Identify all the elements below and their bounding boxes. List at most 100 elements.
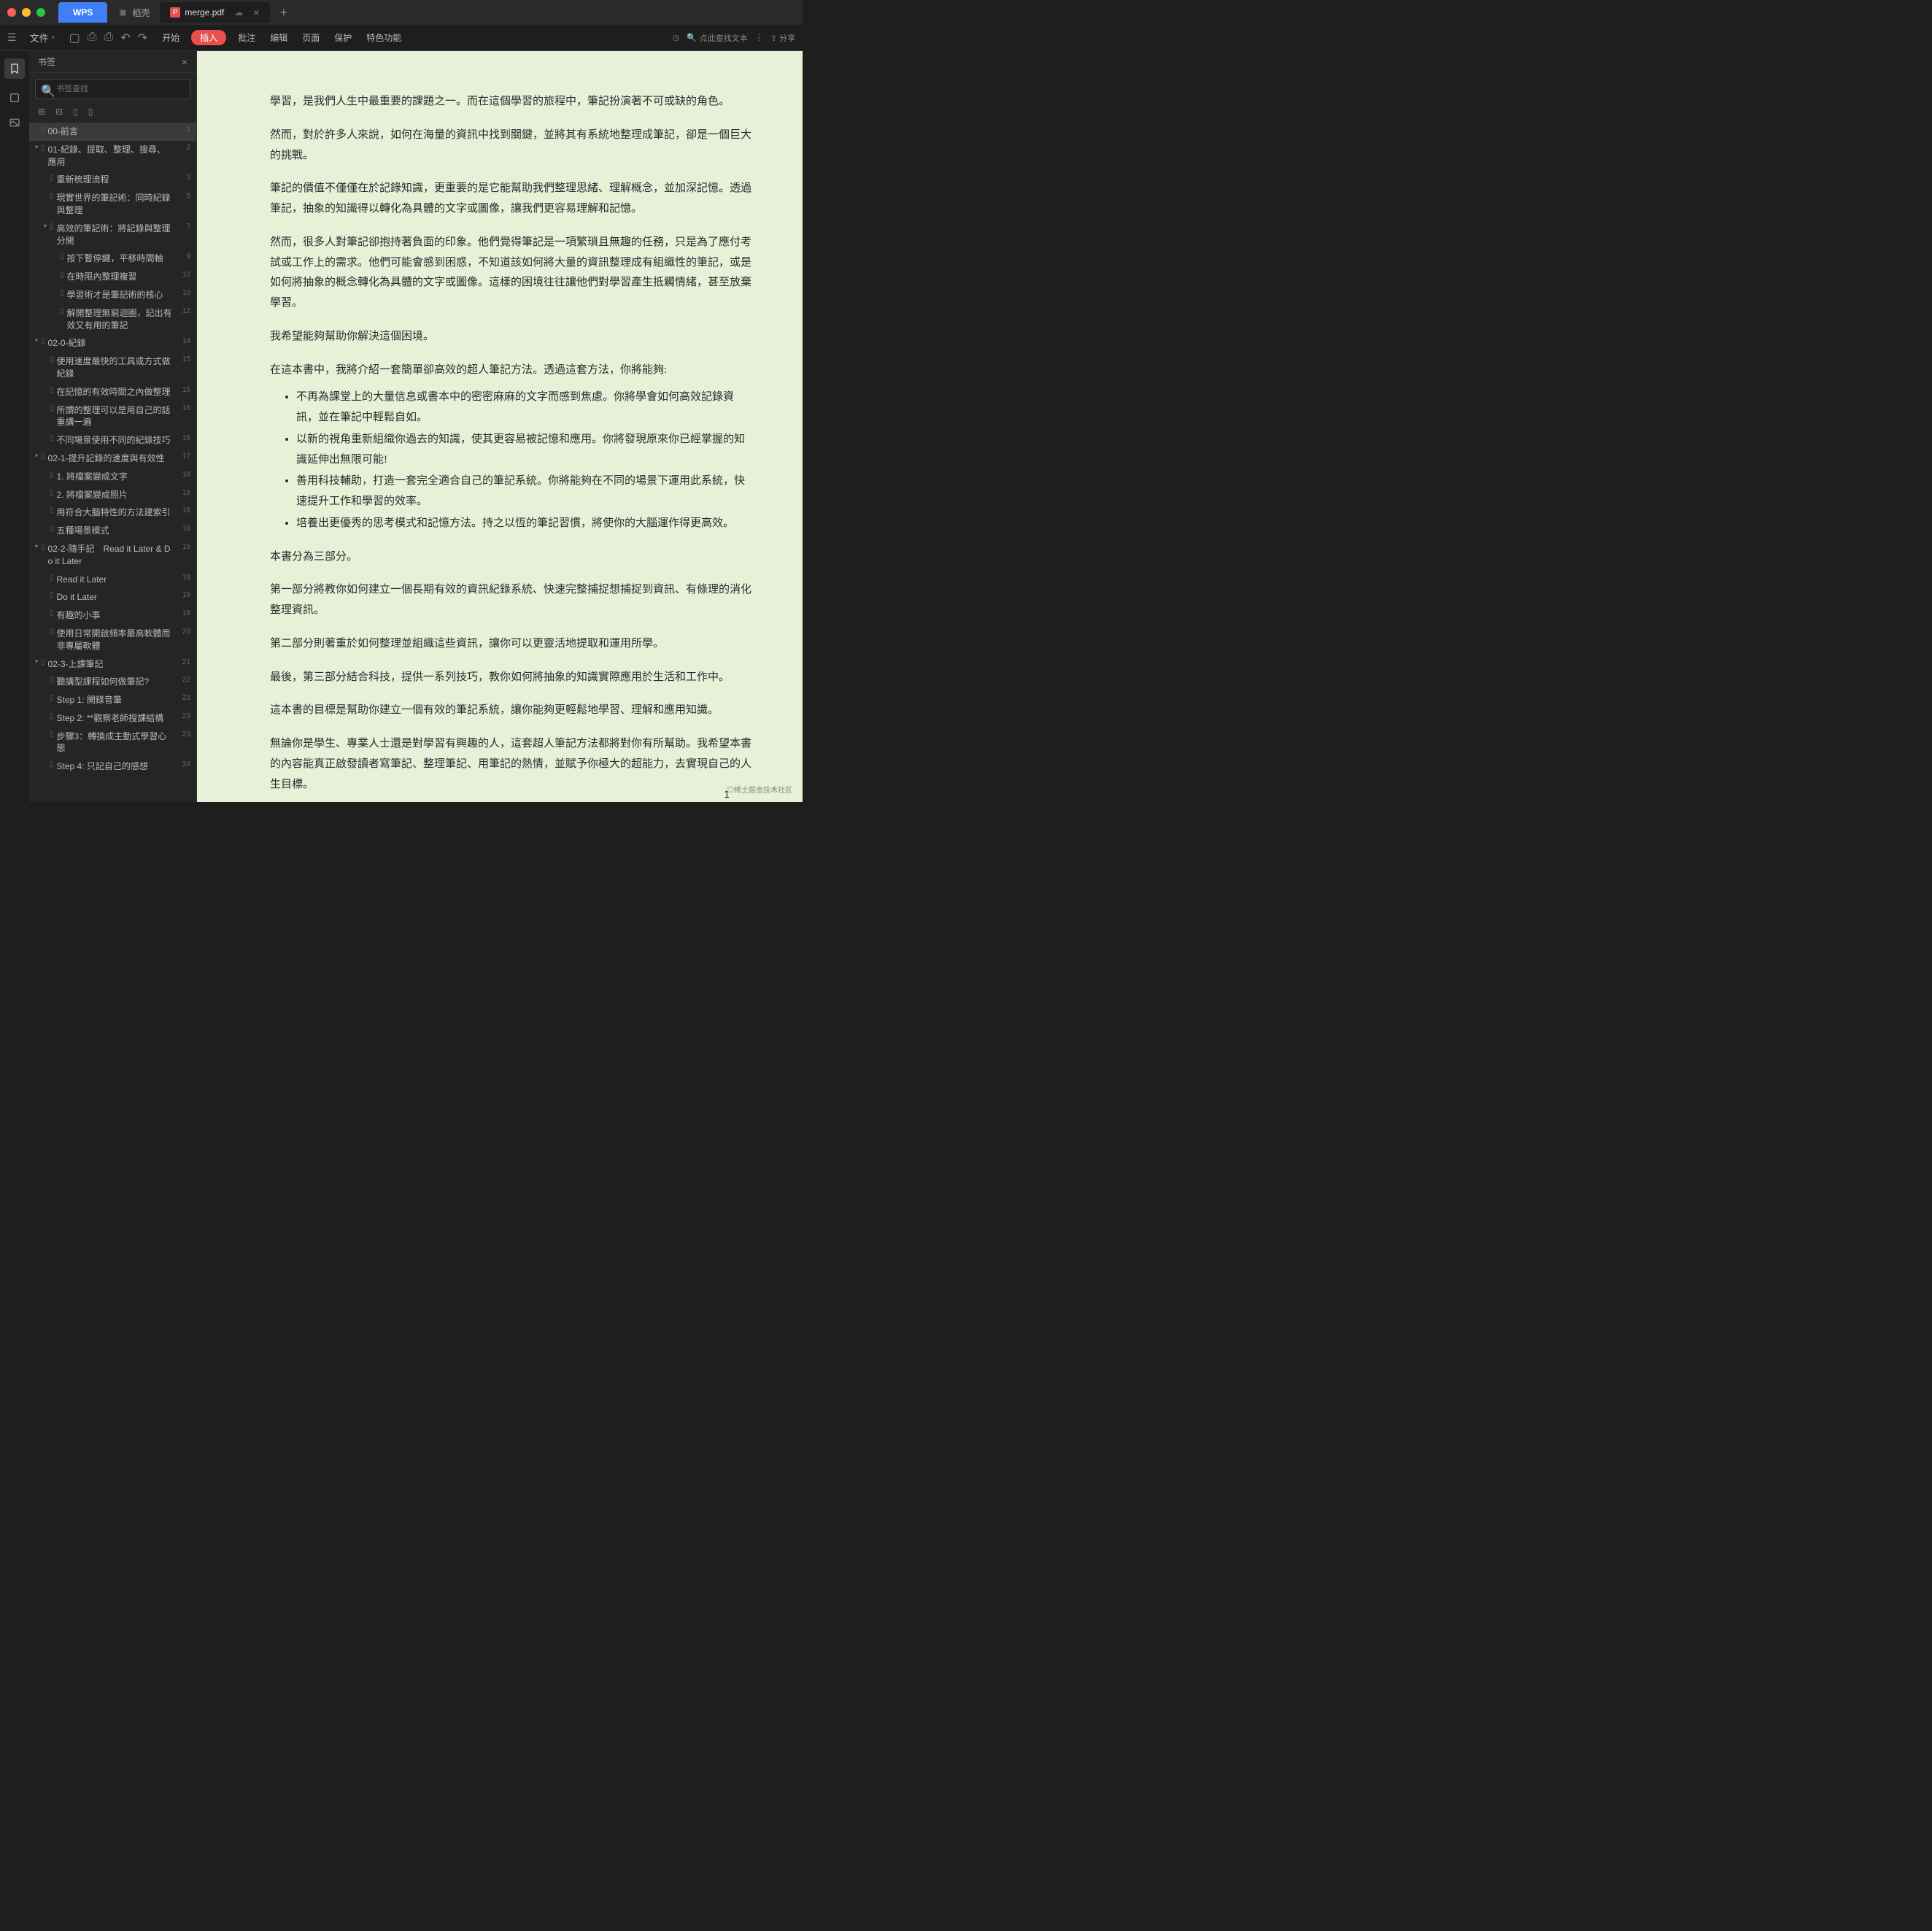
close-tab-icon[interactable]: × (253, 7, 259, 18)
page-icon: ▯ (50, 694, 54, 702)
bookmark-item[interactable]: ▾▯高效的筆記術：將記錄與整理分開7 (29, 220, 196, 250)
print-icon[interactable]: ⎙ (88, 31, 97, 45)
tab-merge-pdf[interactable]: P merge.pdf ☁ × (160, 2, 269, 23)
redo-icon[interactable]: ↷ (138, 31, 147, 45)
paragraph: 第一部分將教你如何建立一個長期有效的資訊紀錄系統、快速完整捕捉想捕捉到資訊、有條… (270, 580, 751, 621)
bookmark-item[interactable]: ▯Step 4: 只記自己的感想24 (29, 758, 196, 776)
page-icon: ▯ (60, 289, 64, 297)
bookmark-item[interactable]: ▯重新梳理流程3 (29, 171, 196, 189)
bookmark-tool2-icon[interactable]: ▯ (88, 107, 93, 117)
menu-page[interactable]: 页面 (295, 31, 327, 44)
bookmark-item[interactable]: ▯2. 將檔案變成照片18 (29, 486, 196, 504)
cloud-sync-icon[interactable]: ◷ (672, 33, 679, 42)
bookmark-item[interactable]: ▯解開整理無窮迴圈，記出有效又有用的筆記12 (29, 304, 196, 335)
bookmark-item[interactable]: ▯在時限內整理複習10 (29, 268, 196, 286)
bookmark-rail-icon[interactable] (4, 58, 25, 79)
bookmark-item[interactable]: ▾▯02-0-紀錄14 (29, 334, 196, 352)
expand-all-icon[interactable]: ⊞ (38, 107, 45, 117)
bookmark-label: 所謂的整理可以是用自己的話重講一遍 (57, 404, 176, 429)
undo-icon[interactable]: ↶ (120, 31, 130, 45)
menu-file[interactable]: 文件 ▾ (23, 31, 62, 45)
bookmark-item[interactable]: ▯使用日常開啟頻率最高軟體而非專屬軟體20 (29, 625, 196, 655)
menu-insert[interactable]: 插入 (191, 30, 226, 45)
bookmark-tool-icon[interactable]: ▯ (73, 107, 78, 117)
bookmark-item[interactable]: ▯現實世界的筆記術：同時紀錄與整理5 (29, 189, 196, 220)
page-icon: ▯ (50, 192, 54, 200)
bookmark-label: 使用日常開啟頻率最高軟體而非專屬軟體 (57, 628, 176, 652)
bookmark-item[interactable]: ▯所謂的整理可以是用自己的話重講一遍16 (29, 401, 196, 432)
bookmark-label: 00-前言 (48, 126, 176, 138)
bookmark-search: 🔍 (35, 79, 190, 99)
image-rail-icon[interactable] (9, 117, 20, 128)
menu-start[interactable]: 开始 (155, 31, 187, 44)
bookmark-label: 01-紀錄、提取、整理、搜尋、應用 (48, 144, 176, 169)
caret-icon: ▾ (32, 144, 41, 150)
bookmark-page: 7 (176, 223, 190, 231)
bookmark-item[interactable]: ▾▯02-3-上課筆記21 (29, 655, 196, 674)
bookmark-item[interactable]: ▯五種場景模式18 (29, 522, 196, 540)
bookmark-page: 19 (176, 609, 190, 617)
window-controls (7, 8, 45, 17)
caret-icon: ▾ (32, 452, 41, 459)
bookmark-item[interactable]: ▯步驟3：轉換成主動式學習心態23 (29, 728, 196, 758)
bookmark-item[interactable]: ▯Do it Later19 (29, 588, 196, 606)
bookmark-item[interactable]: ▯Read it Later19 (29, 571, 196, 589)
bookmark-label: 02-3-上課筆記 (48, 658, 176, 671)
bookmark-item[interactable]: ▯用符合大腦特性的方法建索引18 (29, 504, 196, 522)
bookmark-item[interactable]: ▯按下暫停鍵，平移時間軸9 (29, 250, 196, 268)
menu-special[interactable]: 特色功能 (359, 31, 409, 44)
bookmark-search-input[interactable] (35, 79, 190, 99)
paragraph: 我希望能夠幫助你解決這個困境。 (270, 327, 751, 347)
page-icon: ▯ (50, 506, 54, 514)
outline-rail-icon[interactable] (9, 92, 20, 104)
bookmark-item[interactable]: ▯不同場景使用不同的紀錄技巧16 (29, 431, 196, 450)
bullet-list: 不再為課堂上的大量信息或書本中的密密麻麻的文字而感到焦慮。你將學會如何高效記錄資… (270, 388, 751, 533)
bookmark-item[interactable]: ▯在記憶的有效時間之內做整理15 (29, 383, 196, 401)
page-icon: ▯ (50, 591, 54, 599)
close-window[interactable] (7, 8, 16, 17)
bookmark-item[interactable]: ▯聽講型課程如何做筆記?22 (29, 673, 196, 691)
minimize-window[interactable] (22, 8, 31, 17)
bookmark-page: 18 (176, 489, 190, 497)
bookmark-item[interactable]: ▾▯02-1-提升記錄的速度與有效性17 (29, 450, 196, 468)
list-item: 善用科技輔助，打造一套完全適合自己的筆記系統。你將能夠在不同的場景下運用此系統，… (296, 471, 751, 512)
bookmark-item[interactable]: ▯1. 將檔案變成文字18 (29, 468, 196, 486)
paragraph: 最後，第三部分結合科技，提供一系列技巧，教你如何將抽象的知識實際應用於生活和工作… (270, 668, 751, 688)
bookmark-label: 步驟3：轉換成主動式學習心態 (57, 731, 176, 755)
bookmark-item[interactable]: ▾▯01-紀錄、提取、整理、搜尋、應用2 (29, 141, 196, 171)
bookmark-item[interactable]: ▾▯02-2-隨手記 Read it Later & Do it Later19 (29, 540, 196, 571)
cloud-icon: ☁ (234, 7, 243, 18)
open-icon[interactable]: ▢ (69, 31, 80, 45)
bookmark-page: 19 (176, 574, 190, 582)
bookmark-page: 2 (176, 144, 190, 152)
more-icon[interactable]: ⋮ (755, 33, 763, 42)
menu-protect[interactable]: 保护 (327, 31, 359, 44)
add-tab-button[interactable]: + (274, 5, 294, 20)
bookmark-item[interactable]: ▯Step 1: 開錄音筆23 (29, 691, 196, 709)
watermark: ◎稀土掘金技术社区 (727, 784, 792, 795)
bookmark-label: 不同場景使用不同的紀錄技巧 (57, 434, 176, 447)
paragraph: 學習，是我們人生中最重要的課題之一。而在這個學習的旅程中，筆記扮演著不可或缺的角… (270, 92, 751, 112)
pdf-icon: P (170, 7, 180, 18)
print-alt-icon[interactable]: ⎙ (104, 31, 114, 45)
bookmark-page: 23 (176, 731, 190, 739)
menu-edit[interactable]: 编辑 (263, 31, 295, 44)
bookmark-item[interactable]: ▯有趣的小事19 (29, 606, 196, 625)
bookmark-item[interactable]: ▯學習術才是筆記術的核心10 (29, 286, 196, 304)
list-item: 不再為課堂上的大量信息或書本中的密密麻麻的文字而感到焦慮。你將學會如何高效記錄資… (296, 388, 751, 428)
tab-daoqiao[interactable]: ▦ 稻壳 (107, 2, 160, 23)
tab-wps[interactable]: WPS (58, 2, 107, 23)
bookmark-item[interactable]: ▯Step 2: **觀察老師授課結構23 (29, 709, 196, 728)
bookmark-item[interactable]: ▯00-前言1 (29, 123, 196, 141)
bookmark-page: 24 (176, 760, 190, 768)
paragraph: 無論你是學生、專業人士還是對學習有興趣的人，這套超人筆記方法都將對你有所幫助。我… (270, 734, 751, 795)
maximize-window[interactable] (36, 8, 45, 17)
bookmark-item[interactable]: ▯使用速度最快的工具或方式做紀錄15 (29, 352, 196, 383)
share-button[interactable]: ⇪ 分享 (770, 32, 795, 44)
menu-annotate[interactable]: 批注 (231, 31, 263, 44)
search-text-button[interactable]: 🔍 点此查找文本 (687, 32, 748, 44)
close-sidebar-icon[interactable]: × (182, 56, 188, 68)
hamburger-icon[interactable]: ☰ (7, 31, 17, 44)
collapse-all-icon[interactable]: ⊟ (55, 107, 63, 117)
bookmark-page: 12 (176, 307, 190, 315)
